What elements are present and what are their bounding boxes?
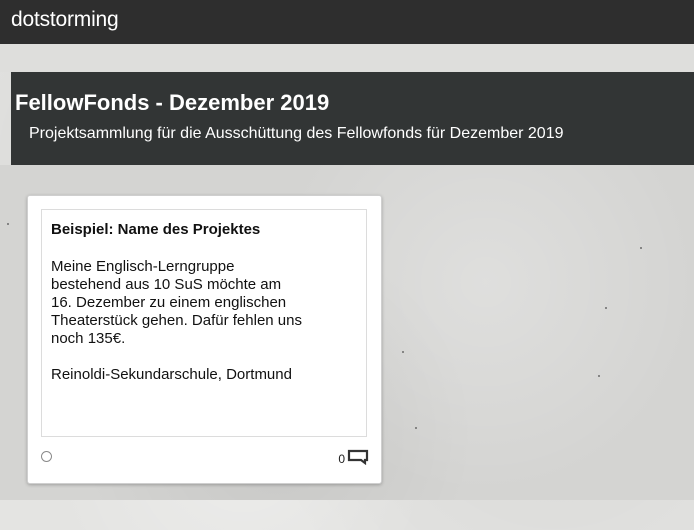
board-title: FellowFonds - Dezember 2019 [15, 90, 330, 115]
board-header: FellowFonds - Dezember 2019 Projektsamml… [11, 72, 694, 165]
texture-speck [402, 351, 404, 353]
card-content[interactable]: Beispiel: Name des Projektes Meine Engli… [41, 209, 367, 437]
top-navbar: dotstorming [0, 0, 694, 44]
vote-circle-icon[interactable] [41, 451, 52, 462]
texture-speck [598, 375, 600, 377]
card-title: Beispiel: Name des Projektes [51, 221, 261, 238]
comments-button[interactable]: 0 [338, 449, 369, 466]
comment-count: 0 [338, 451, 345, 466]
texture-speck [7, 223, 9, 225]
texture-speck [605, 307, 607, 309]
texture-speck [415, 427, 417, 429]
app-brand[interactable]: dotstorming [11, 8, 119, 32]
comment-icon [347, 449, 369, 465]
texture-speck [640, 247, 642, 249]
board-subtitle: Projektsammlung für die Ausschüttung des… [29, 125, 564, 142]
idea-card[interactable]: Beispiel: Name des Projektes Meine Engli… [27, 195, 382, 484]
header-spacer [0, 44, 694, 72]
card-description: Meine Englisch-Lerngruppe bestehend aus … [51, 258, 302, 383]
